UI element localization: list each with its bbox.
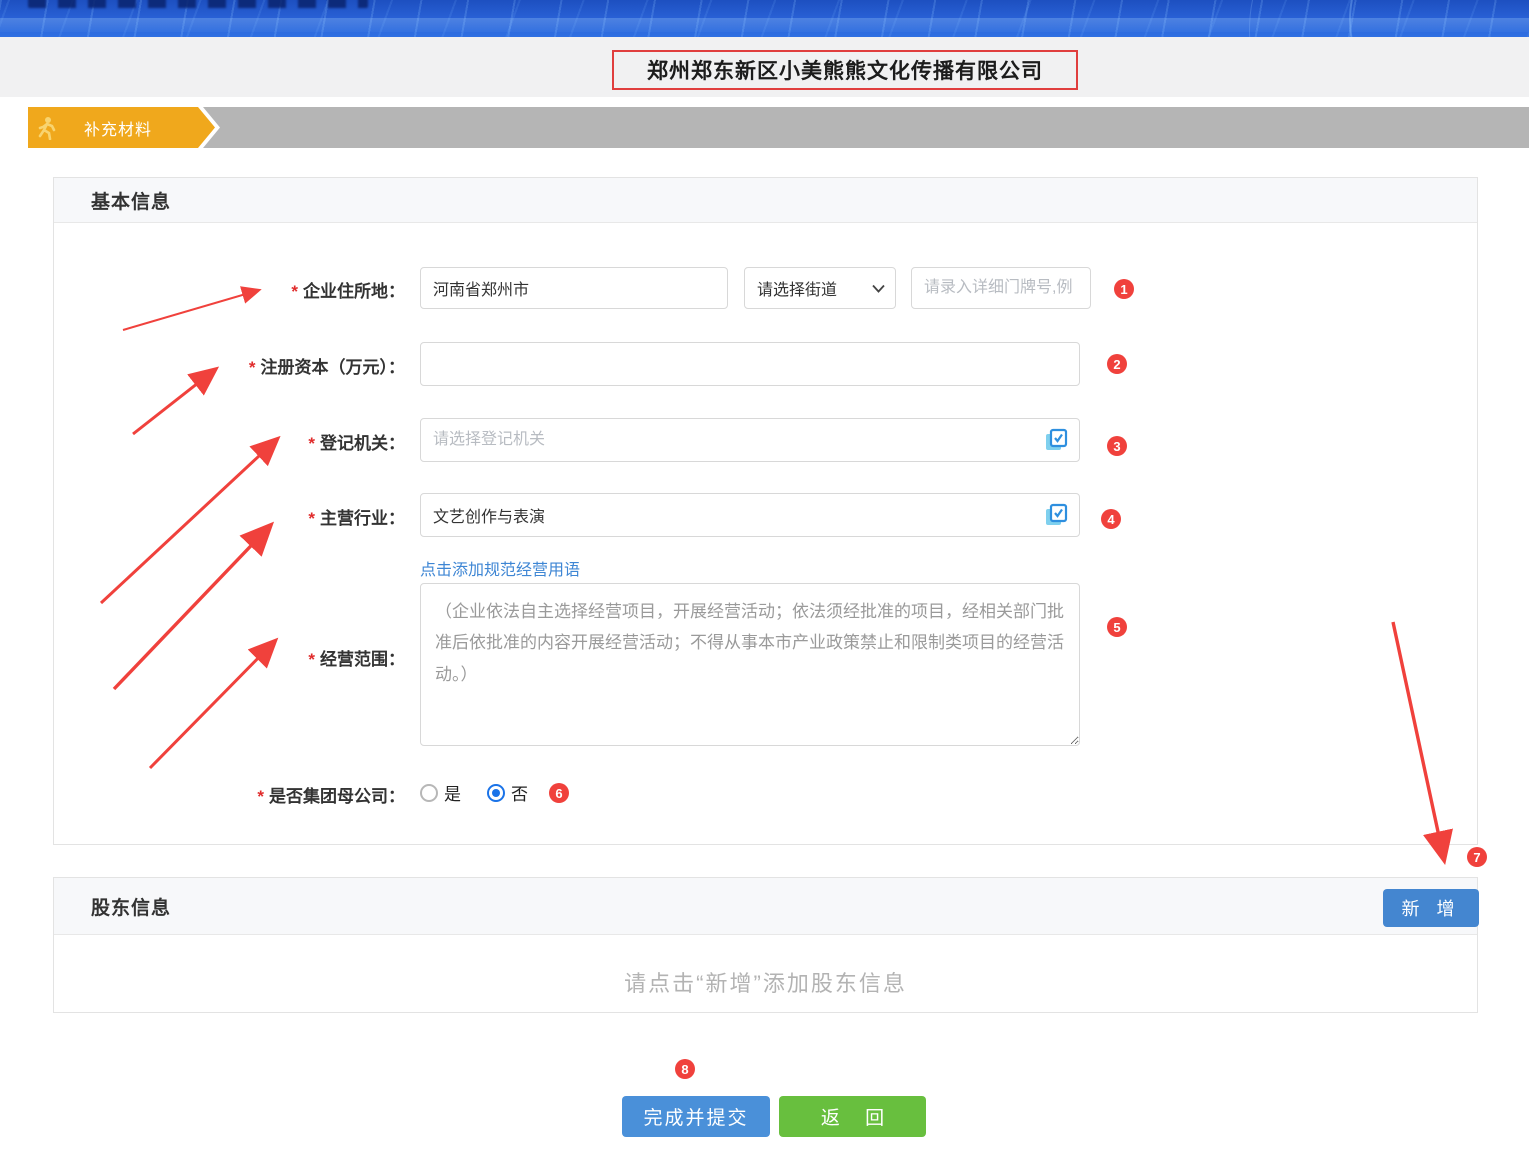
business-scope-textarea[interactable] bbox=[420, 583, 1080, 746]
registered-capital-input[interactable] bbox=[420, 342, 1080, 386]
business-scope-label: *经营范围： bbox=[135, 645, 405, 670]
walking-person-icon bbox=[36, 116, 58, 140]
pick-from-list-icon[interactable] bbox=[1044, 503, 1068, 527]
radio-yes-label[interactable]: 是 bbox=[444, 780, 461, 805]
banner-arc-decoration bbox=[1249, 0, 1529, 37]
annotation-badge-4: 4 bbox=[1101, 509, 1121, 529]
chevron-down-icon bbox=[872, 284, 885, 293]
main-industry-input[interactable] bbox=[420, 493, 1080, 537]
annotation-badge-6: 6 bbox=[549, 783, 569, 803]
radio-yes[interactable] bbox=[420, 784, 438, 802]
registered-capital-label: *注册资本（万元）： bbox=[135, 353, 405, 378]
main-industry-label: *主营行业： bbox=[135, 504, 405, 529]
radio-no-label[interactable]: 否 bbox=[511, 780, 528, 805]
address-city-input[interactable] bbox=[420, 267, 728, 309]
page: 郑州郑东新区小美熊熊文化传播有限公司 补充材料 基本信息 *企业住所地： 请选择… bbox=[0, 0, 1529, 1156]
annotation-badge-7: 7 bbox=[1467, 847, 1487, 867]
shareholders-header: 股东信息 bbox=[54, 878, 1477, 935]
tab-label: 补充材料 bbox=[84, 116, 152, 140]
company-name-box: 郑州郑东新区小美熊熊文化传播有限公司 bbox=[612, 50, 1078, 90]
street-select-value: 请选择街道 bbox=[757, 276, 837, 300]
registration-authority-label: *登记机关： bbox=[135, 429, 405, 454]
annotation-badge-2: 2 bbox=[1107, 354, 1127, 374]
company-name: 郑州郑东新区小美熊熊文化传播有限公司 bbox=[647, 55, 1043, 85]
annotation-badge-5: 5 bbox=[1107, 617, 1127, 637]
address-detail-input[interactable] bbox=[911, 267, 1091, 309]
pick-from-list-icon[interactable] bbox=[1044, 428, 1068, 452]
annotation-badge-8: 8 bbox=[675, 1059, 695, 1079]
registration-authority-input[interactable] bbox=[420, 418, 1080, 462]
shareholders-empty-hint: 请点击“新增”添加股东信息 bbox=[54, 966, 1477, 998]
radio-no[interactable] bbox=[487, 784, 505, 802]
shareholders-panel: 股东信息 新 增 请点击“新增”添加股东信息 bbox=[53, 877, 1478, 1013]
basic-info-header: 基本信息 bbox=[54, 178, 1477, 223]
group-parent-label: *是否集团母公司： bbox=[135, 782, 405, 807]
top-banner bbox=[0, 0, 1529, 37]
group-parent-radio-group: 是 否 bbox=[420, 780, 554, 805]
basic-info-title: 基本信息 bbox=[91, 187, 171, 214]
step-bar bbox=[28, 107, 1529, 148]
address-label: *企业住所地： bbox=[135, 277, 405, 302]
banner-logo-fragment bbox=[28, 0, 368, 8]
submit-button[interactable]: 完成并提交 bbox=[622, 1096, 770, 1137]
street-select[interactable]: 请选择街道 bbox=[744, 267, 896, 309]
annotation-badge-1: 1 bbox=[1114, 279, 1134, 299]
shareholders-title: 股东信息 bbox=[91, 893, 171, 920]
add-standard-terms-link[interactable]: 点击添加规范经营用语 bbox=[420, 556, 580, 580]
annotation-badge-3: 3 bbox=[1107, 436, 1127, 456]
add-shareholder-button[interactable]: 新 增 bbox=[1383, 889, 1479, 927]
back-button[interactable]: 返 回 bbox=[779, 1096, 926, 1137]
